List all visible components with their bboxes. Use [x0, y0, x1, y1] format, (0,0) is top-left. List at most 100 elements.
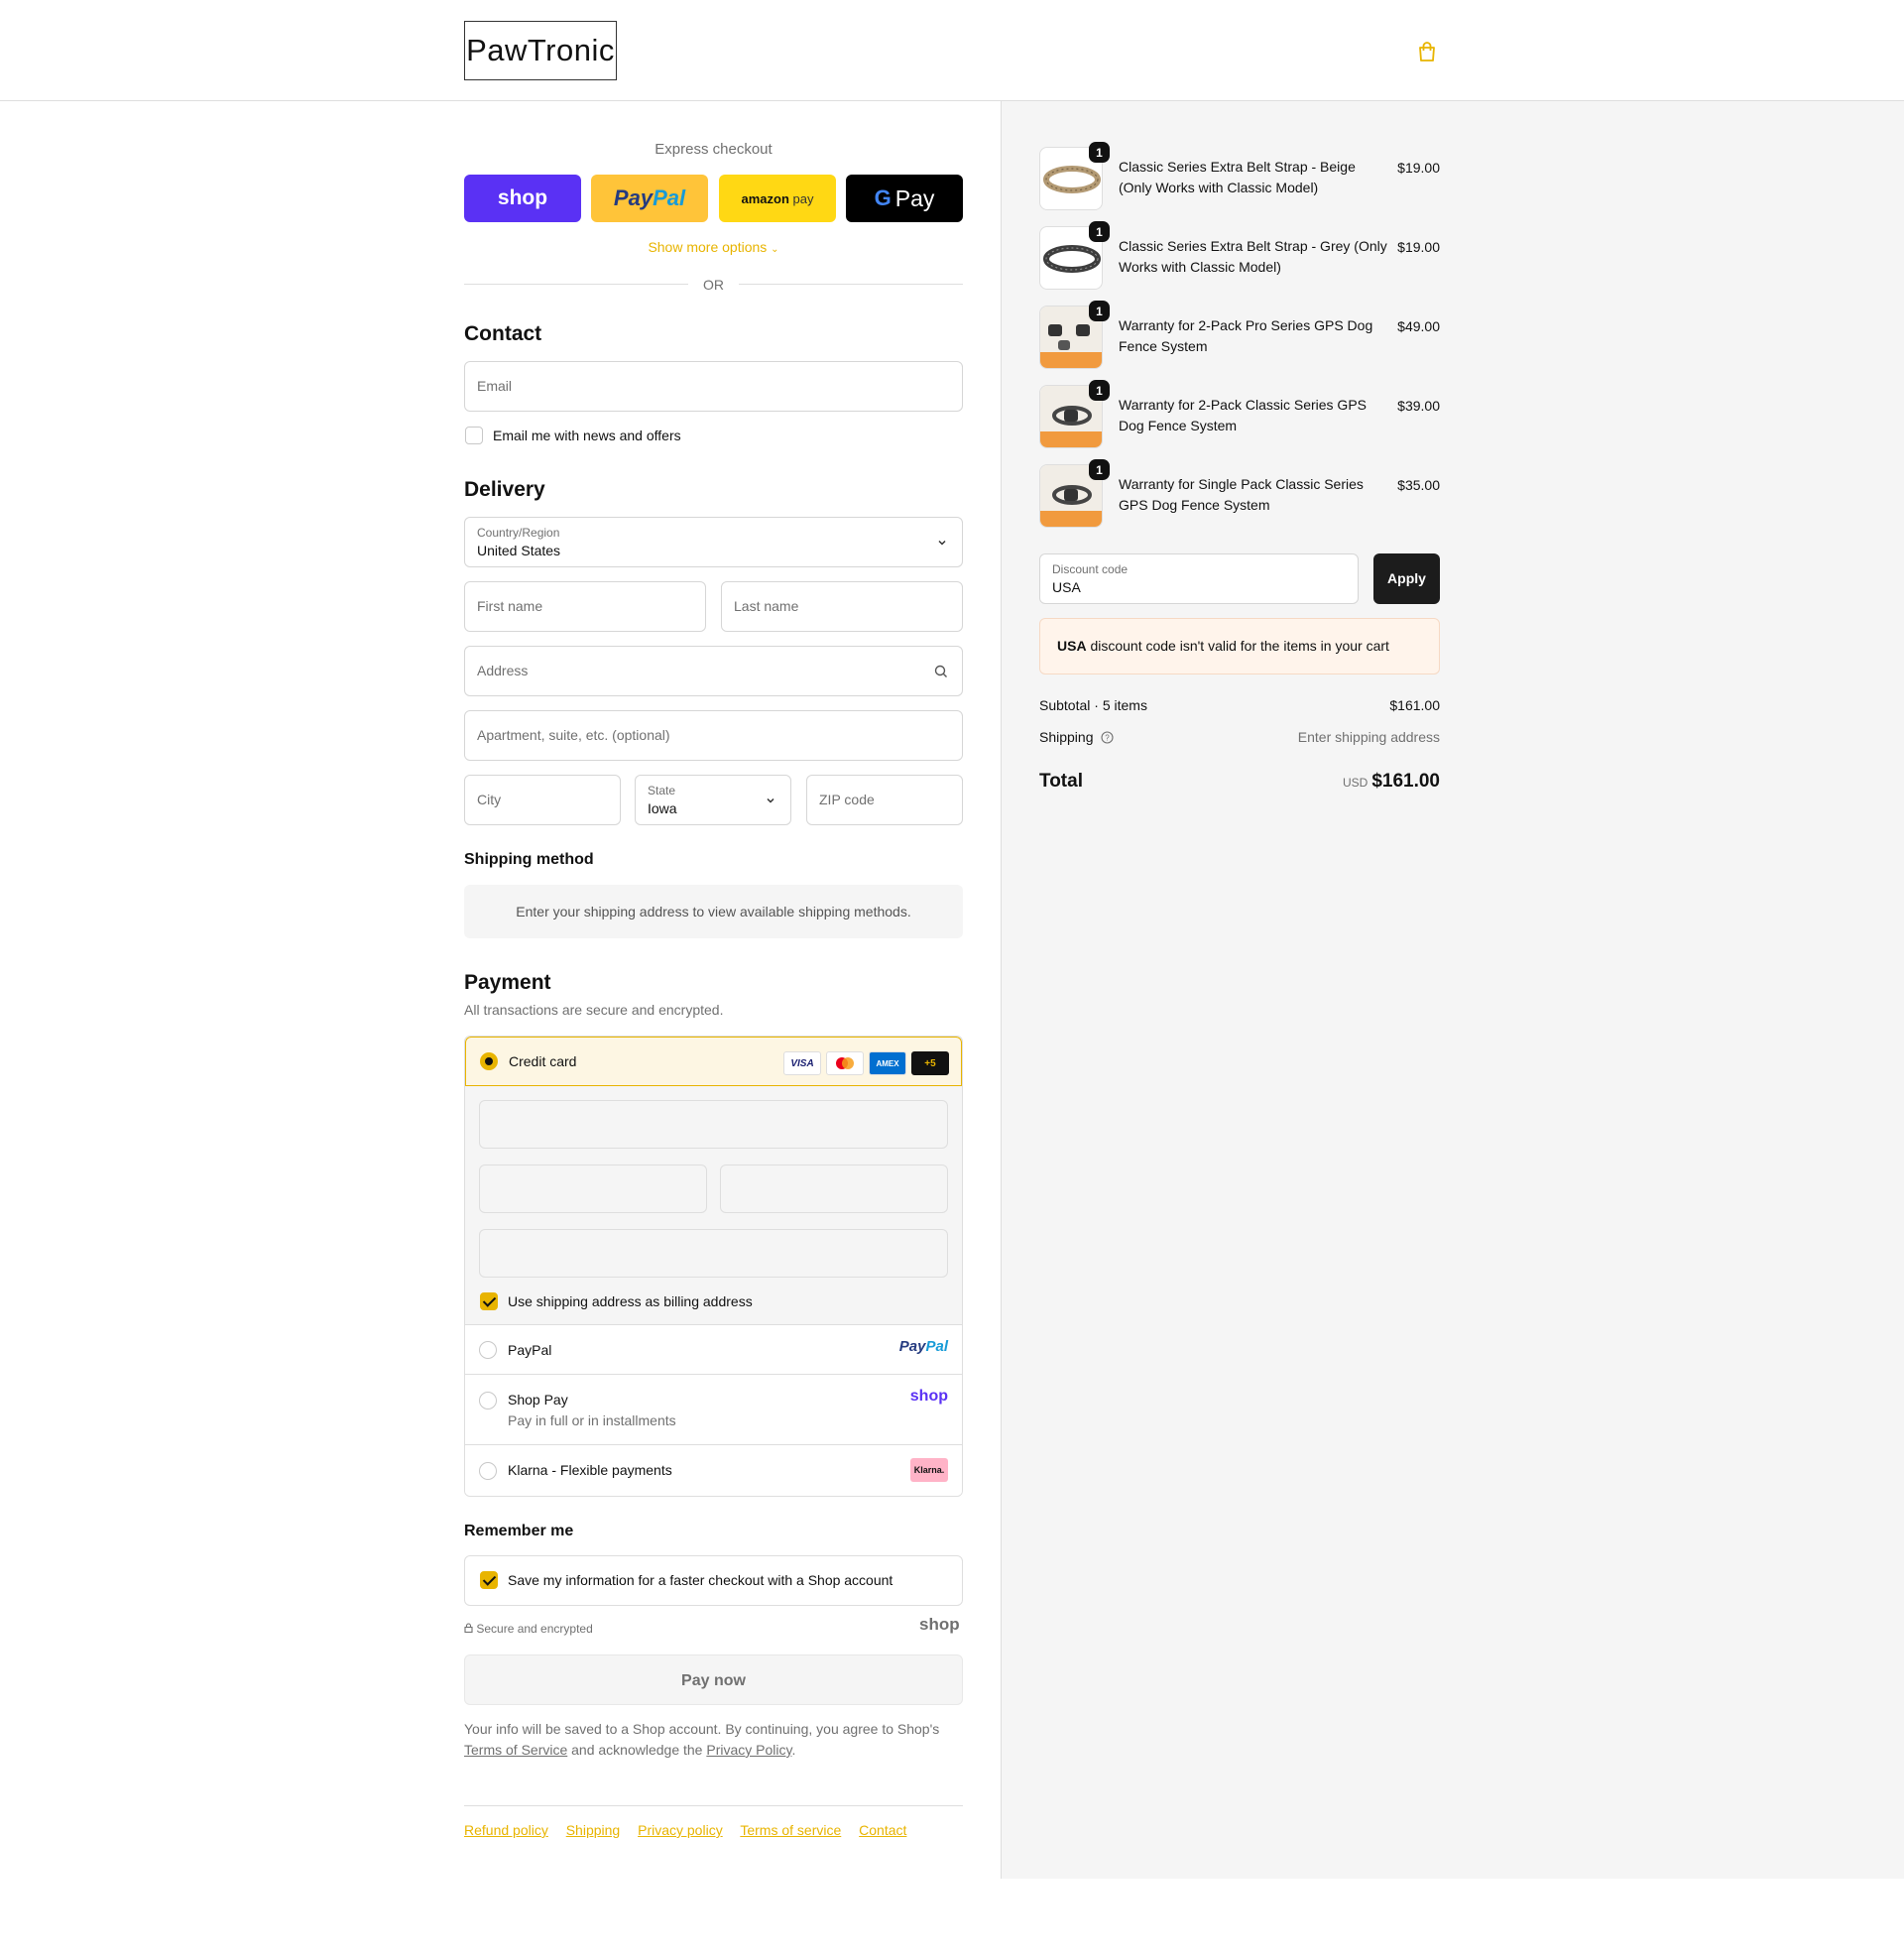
- shipping-link[interactable]: Shipping: [566, 1822, 621, 1838]
- chevron-down-icon: [936, 536, 948, 551]
- contact-link[interactable]: Contact: [859, 1822, 906, 1838]
- item-price: $35.00: [1397, 477, 1440, 493]
- google-pay-button[interactable]: G Pay: [846, 175, 963, 222]
- footer-divider: [464, 1805, 963, 1806]
- item-name: Classic Series Extra Belt Strap - Beige …: [1119, 159, 1356, 195]
- discount-code-field[interactable]: Discount code USA: [1039, 553, 1359, 604]
- shopping-bag-icon[interactable]: [1417, 41, 1437, 65]
- card-cvv-field[interactable]: [720, 1164, 948, 1213]
- credit-card-form: Use shipping address as billing address: [465, 1086, 962, 1325]
- shop-pay-button[interactable]: shop: [464, 175, 581, 222]
- shipping-method-message: Enter your shipping address to view avai…: [464, 885, 963, 938]
- subtotal-row: Subtotal · 5 items $161.00: [1039, 697, 1440, 713]
- paypal-label: PayPal: [508, 1342, 552, 1358]
- klarna-radio[interactable]: [479, 1462, 497, 1480]
- address-field[interactable]: Address: [464, 646, 963, 696]
- shop-pay-logo: shop: [909, 1388, 948, 1405]
- item-price: $19.00: [1397, 239, 1440, 255]
- zip-field[interactable]: ZIP code: [806, 775, 963, 825]
- delivery-heading: Delivery: [464, 478, 545, 501]
- express-checkout-title: Express checkout: [654, 141, 773, 158]
- credit-card-option[interactable]: Credit card VISA AMEX +5: [465, 1037, 962, 1086]
- shop-pay-radio[interactable]: [479, 1392, 497, 1409]
- privacy-policy-link[interactable]: Privacy policy: [638, 1822, 723, 1838]
- help-circle-icon[interactable]: ?: [1097, 729, 1114, 745]
- chevron-down-icon: [765, 794, 776, 809]
- chevron-down-icon: ⌄: [771, 244, 779, 255]
- email-field[interactable]: Email: [464, 361, 963, 412]
- shipping-row: Shipping ? Enter shipping address: [1039, 729, 1440, 745]
- item-qty-badge: 1: [1089, 142, 1110, 163]
- credit-card-label: Credit card: [509, 1053, 577, 1069]
- search-icon: [934, 665, 948, 681]
- or-label: OR: [703, 277, 724, 293]
- save-info-label: Save my information for a faster checkou…: [508, 1572, 893, 1588]
- card-name-field[interactable]: [479, 1229, 948, 1278]
- amex-icon: AMEX: [869, 1051, 906, 1075]
- shop-pay-subtitle: Pay in full or in installments: [508, 1412, 676, 1428]
- save-info-checkbox[interactable]: [480, 1571, 498, 1589]
- item-qty-badge: 1: [1089, 380, 1110, 401]
- item-price: $19.00: [1397, 160, 1440, 176]
- shop-pay-label: Shop Pay: [508, 1392, 568, 1408]
- total-row: Total USD $161.00: [1039, 771, 1440, 792]
- last-name-field[interactable]: Last name: [721, 581, 963, 632]
- paypal-option[interactable]: PayPal PayPal: [465, 1325, 962, 1375]
- country-select[interactable]: Country/Region United States: [464, 517, 963, 567]
- card-number-field[interactable]: [479, 1100, 948, 1149]
- lock-icon: [464, 1622, 473, 1636]
- item-name: Warranty for 2-Pack Classic Series GPS D…: [1119, 397, 1367, 433]
- apartment-field[interactable]: Apartment, suite, etc. (optional): [464, 710, 963, 761]
- item-name: Warranty for Single Pack Classic Series …: [1119, 476, 1364, 513]
- item-qty-badge: 1: [1089, 221, 1110, 242]
- store-logo[interactable]: PawTronic: [464, 21, 617, 80]
- svg-text:?: ?: [1106, 734, 1111, 743]
- apply-discount-button[interactable]: Apply: [1373, 553, 1440, 604]
- shipping-method-heading: Shipping method: [464, 851, 594, 868]
- klarna-option[interactable]: Klarna - Flexible payments Klarna.: [465, 1445, 962, 1496]
- shop-pay-logo: shop: [497, 186, 548, 209]
- news-offers-label: Email me with news and offers: [493, 428, 681, 443]
- credit-card-radio[interactable]: [480, 1052, 498, 1070]
- billing-same-label: Use shipping address as billing address: [508, 1293, 753, 1309]
- shop-logo: shop: [919, 1615, 960, 1634]
- header: PawTronic: [0, 0, 1904, 101]
- shop-pay-option[interactable]: Shop Pay Pay in full or in installments …: [465, 1375, 962, 1445]
- paypal-radio[interactable]: [479, 1341, 497, 1359]
- show-more-options-link[interactable]: Show more options ⌄: [464, 239, 963, 255]
- city-field[interactable]: City: [464, 775, 621, 825]
- paypal-logo: PayPal: [613, 185, 686, 210]
- first-name-field[interactable]: First name: [464, 581, 706, 632]
- amazon-pay-logo: amazon pay: [741, 190, 814, 206]
- order-summary-panel: [1001, 101, 1904, 1879]
- klarna-logo: Klarna.: [910, 1458, 948, 1482]
- payment-methods: Credit card VISA AMEX +5 Use shipping ad…: [464, 1036, 963, 1497]
- privacy-link[interactable]: Privacy Policy: [706, 1742, 791, 1758]
- refund-policy-link[interactable]: Refund policy: [464, 1822, 548, 1838]
- item-price: $49.00: [1397, 318, 1440, 334]
- amazon-pay-button[interactable]: amazon pay: [719, 175, 836, 222]
- mastercard-icon: [826, 1051, 864, 1075]
- remember-me-box: Save my information for a faster checkou…: [464, 1555, 963, 1606]
- terms-link[interactable]: Terms of Service: [464, 1742, 567, 1758]
- more-cards-badge: +5: [911, 1051, 949, 1075]
- terms-of-service-link[interactable]: Terms of service: [740, 1822, 841, 1838]
- item-qty-badge: 1: [1089, 301, 1110, 321]
- contact-heading: Contact: [464, 322, 542, 345]
- item-qty-badge: 1: [1089, 459, 1110, 480]
- google-g-icon: G: [874, 185, 892, 210]
- payment-heading: Payment: [464, 971, 551, 994]
- state-select[interactable]: State Iowa: [635, 775, 791, 825]
- card-expiry-field[interactable]: [479, 1164, 707, 1213]
- paypal-button[interactable]: PayPal: [591, 175, 708, 222]
- google-pay-label: Pay: [894, 184, 935, 211]
- discount-error-message: USA discount code isn't valid for the it…: [1039, 618, 1440, 674]
- billing-same-checkbox[interactable]: [480, 1292, 498, 1310]
- news-offers-checkbox[interactable]: [465, 427, 483, 444]
- pay-now-button[interactable]: Pay now: [464, 1654, 963, 1705]
- paypal-logo: PayPal: [898, 1338, 948, 1355]
- item-name: Warranty for 2-Pack Pro Series GPS Dog F…: [1119, 317, 1373, 354]
- footer-links: Refund policy Shipping Privacy policy Te…: [464, 1822, 920, 1838]
- secure-note: Secure and encrypted: [464, 1622, 593, 1636]
- legal-notice: Your info will be saved to a Shop accoun…: [464, 1721, 940, 1758]
